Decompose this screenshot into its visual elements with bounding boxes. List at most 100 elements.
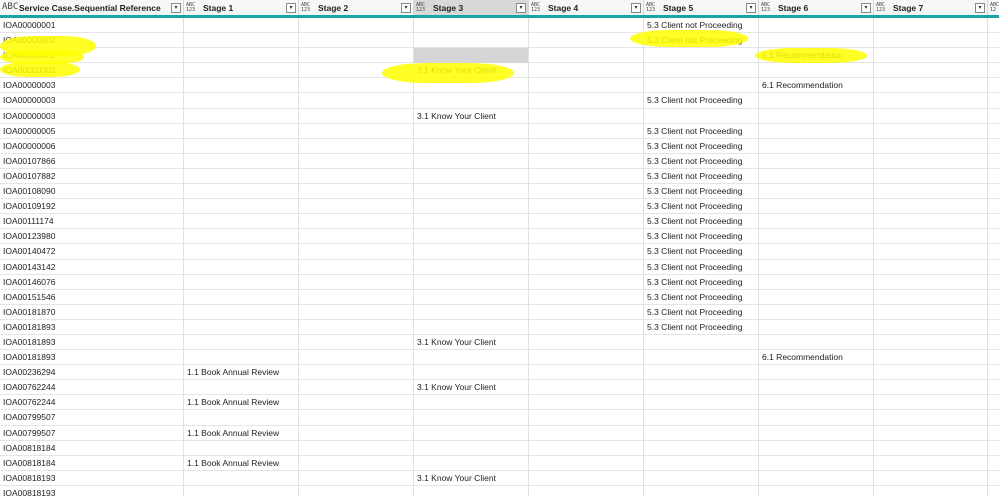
stage-7-cell[interactable] xyxy=(874,395,988,411)
stage-2-cell[interactable] xyxy=(299,319,414,335)
overflow-column-cell[interactable] xyxy=(988,18,999,33)
any-type-icon[interactable]: ABC 123 xyxy=(646,2,660,13)
table-row[interactable]: IOA00818193 xyxy=(0,485,999,496)
stage-2-cell[interactable] xyxy=(299,138,414,154)
stage-6-cell[interactable] xyxy=(759,214,874,230)
table-row[interactable]: IOA00107882 5.3 Client not Proceeding xyxy=(0,168,999,185)
reference-cell[interactable]: IOA00799507 xyxy=(0,425,184,441)
stage-4-cell[interactable] xyxy=(529,289,644,305)
stage-5-cell[interactable] xyxy=(644,365,759,381)
stage-1-cell[interactable] xyxy=(184,229,299,245)
stage-6-cell[interactable] xyxy=(759,93,874,109)
stage-5-cell[interactable]: 5.3 Client not Proceeding xyxy=(644,259,759,275)
table-row[interactable]: IOA00000001 5.3 Client not Proceeding xyxy=(0,18,999,34)
stage-1-cell[interactable] xyxy=(184,138,299,154)
stage-2-cell[interactable] xyxy=(299,48,414,64)
stage-2-cell[interactable] xyxy=(299,244,414,260)
stage-7-cell[interactable] xyxy=(874,33,988,49)
any-type-icon[interactable]: ABC 123 xyxy=(876,2,890,13)
stage-5-cell[interactable]: 5.3 Client not Proceeding xyxy=(644,123,759,139)
reference-cell[interactable]: IOA00818193 xyxy=(0,470,184,486)
stage-1-cell[interactable] xyxy=(184,63,299,79)
stage-1-cell[interactable] xyxy=(184,123,299,139)
reference-cell[interactable]: IOA00108090 xyxy=(0,184,184,200)
table-row[interactable]: IOA00181893 5.3 Client not Proceeding xyxy=(0,319,999,335)
stage-4-cell[interactable] xyxy=(529,108,644,124)
stage-1-cell[interactable]: 1.1 Book Annual Review xyxy=(184,395,299,411)
stage-6-cell[interactable]: 6.1 Recommendation xyxy=(759,48,874,64)
stage-4-cell[interactable] xyxy=(529,410,644,426)
stage-5-cell[interactable]: 5.3 Client not Proceeding xyxy=(644,138,759,154)
overflow-column-cell[interactable] xyxy=(988,244,999,259)
stage-1-cell[interactable] xyxy=(184,48,299,64)
filter-dropdown-icon[interactable]: ▾ xyxy=(401,2,411,13)
stage-3-cell[interactable] xyxy=(414,319,529,335)
stage-2-cell[interactable] xyxy=(299,410,414,426)
stage-2-cell[interactable] xyxy=(299,168,414,184)
stage-3-cell[interactable] xyxy=(414,123,529,139)
reference-cell[interactable]: IOA00762244 xyxy=(0,395,184,411)
stage-7-cell[interactable] xyxy=(874,229,988,245)
filter-dropdown-icon[interactable]: ▾ xyxy=(286,2,296,13)
stage-4-cell[interactable] xyxy=(529,33,644,49)
table-row[interactable]: IOA00000002 3.1 Know Your Client xyxy=(0,63,999,79)
stage-2-cell[interactable] xyxy=(299,214,414,230)
stage-7-cell[interactable] xyxy=(874,380,988,396)
stage-7-cell[interactable] xyxy=(874,350,988,366)
stage-5-cell[interactable] xyxy=(644,63,759,79)
stage-3-cell[interactable] xyxy=(414,153,529,169)
reference-cell[interactable]: IOA00151546 xyxy=(0,289,184,305)
any-type-icon[interactable]: ABC 123 xyxy=(761,2,775,13)
reference-cell[interactable]: IOA00762244 xyxy=(0,380,184,396)
stage-6-cell[interactable] xyxy=(759,184,874,200)
overflow-column-cell[interactable] xyxy=(988,124,999,139)
stage-1-cell[interactable] xyxy=(184,470,299,486)
stage-4-cell[interactable] xyxy=(529,440,644,456)
overflow-column-cell[interactable] xyxy=(988,184,999,199)
overflow-column-cell[interactable] xyxy=(988,214,999,229)
stage-7-cell[interactable] xyxy=(874,470,988,486)
stage-4-cell[interactable] xyxy=(529,425,644,441)
stage-7-cell[interactable] xyxy=(874,123,988,139)
overflow-column-cell[interactable] xyxy=(988,260,999,275)
stage-7-cell[interactable] xyxy=(874,440,988,456)
overflow-column-cell[interactable] xyxy=(988,441,999,456)
overflow-column-cell[interactable] xyxy=(988,199,999,214)
stage-5-cell[interactable]: 5.3 Client not Proceeding xyxy=(644,214,759,230)
overflow-column-cell[interactable] xyxy=(988,456,999,471)
stage-4-cell[interactable] xyxy=(529,334,644,350)
stage-5-cell[interactable]: 5.3 Client not Proceeding xyxy=(644,199,759,215)
reference-cell[interactable]: IOA00000001 xyxy=(0,18,184,33)
overflow-column-cell[interactable] xyxy=(988,109,999,124)
stage-4-cell[interactable] xyxy=(529,485,644,496)
stage-5-cell[interactable]: 5.3 Client not Proceeding xyxy=(644,304,759,320)
stage-5-cell[interactable] xyxy=(644,455,759,471)
stage-2-cell[interactable] xyxy=(299,425,414,441)
stage-1-cell[interactable] xyxy=(184,199,299,215)
column-header-stage-5[interactable]: ABC 123 Stage 5 ▾ xyxy=(644,0,759,15)
stage-4-cell[interactable] xyxy=(529,63,644,79)
stage-2-cell[interactable] xyxy=(299,334,414,350)
stage-6-cell[interactable] xyxy=(759,425,874,441)
stage-6-cell[interactable] xyxy=(759,63,874,79)
stage-7-cell[interactable] xyxy=(874,48,988,64)
stage-4-cell[interactable] xyxy=(529,350,644,366)
stage-6-cell[interactable]: 6.1 Recommendation xyxy=(759,350,874,366)
reference-cell[interactable]: IOA00818184 xyxy=(0,455,184,471)
stage-2-cell[interactable] xyxy=(299,259,414,275)
stage-6-cell[interactable] xyxy=(759,304,874,320)
table-row[interactable]: IOA00000002 6.1 Recommendation xyxy=(0,48,999,64)
stage-5-cell[interactable] xyxy=(644,470,759,486)
stage-4-cell[interactable] xyxy=(529,365,644,381)
reference-cell[interactable]: IOA00000006 xyxy=(0,138,184,154)
filter-dropdown-icon[interactable]: ▾ xyxy=(861,2,871,13)
stage-4-cell[interactable] xyxy=(529,274,644,290)
stage-5-cell[interactable]: 5.3 Client not Proceeding xyxy=(644,33,759,49)
stage-2-cell[interactable] xyxy=(299,184,414,200)
stage-3-cell[interactable] xyxy=(414,304,529,320)
stage-4-cell[interactable] xyxy=(529,229,644,245)
stage-5-cell[interactable]: 5.3 Client not Proceeding xyxy=(644,184,759,200)
overflow-column-cell[interactable] xyxy=(988,139,999,154)
reference-cell[interactable]: IOA00000005 xyxy=(0,123,184,139)
stage-6-cell[interactable] xyxy=(759,334,874,350)
